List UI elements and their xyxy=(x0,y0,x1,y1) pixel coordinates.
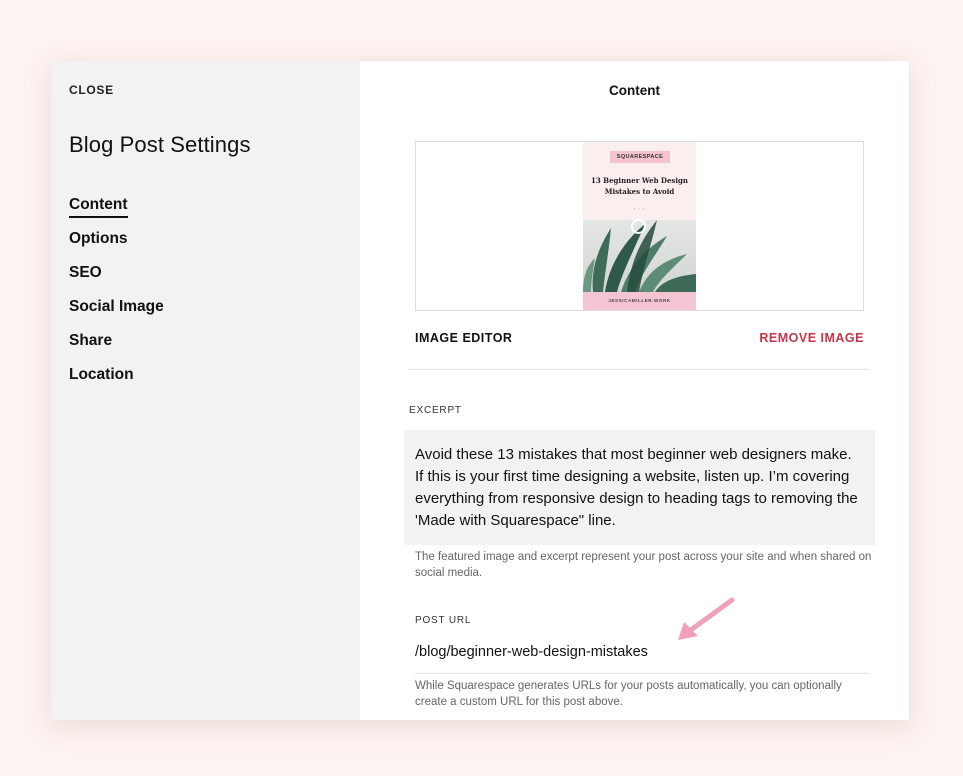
excerpt-label: EXCERPT xyxy=(409,405,462,416)
sidebar-item-share[interactable]: Share xyxy=(69,331,164,365)
sidebar-item-content[interactable]: Content xyxy=(69,195,164,229)
sidebar-item-location[interactable]: Location xyxy=(69,365,164,399)
post-url-help-text: While Squarespace generates URLs for you… xyxy=(415,680,842,708)
sidebar-item-social-image[interactable]: Social Image xyxy=(69,297,164,331)
pink-arrow-icon xyxy=(678,597,735,640)
sidebar-nav: Content Options SEO Social Image Share L… xyxy=(69,195,164,399)
settings-panel: CLOSE Blog Post Settings Content Options… xyxy=(51,61,909,720)
featured-image-box[interactable]: SQUARESPACE 13 Beginner Web Design Mista… xyxy=(415,141,864,311)
sidebar-item-options[interactable]: Options xyxy=(69,229,164,263)
loading-spinner-icon xyxy=(631,219,646,234)
thumbnail-title: 13 Beginner Web Design Mistakes to Avoid xyxy=(590,176,689,196)
remove-image-button[interactable]: REMOVE IMAGE xyxy=(759,331,864,345)
sidebar-item-label: Share xyxy=(69,332,113,349)
divider xyxy=(415,673,869,674)
page-title: Blog Post Settings xyxy=(69,132,251,157)
sidebar-item-label: Content xyxy=(69,195,128,218)
content-pane: Content SQUARESPACE 13 Beginner Web Desi… xyxy=(360,61,909,720)
sidebar-item-seo[interactable]: SEO xyxy=(69,263,164,297)
sidebar-item-label: Location xyxy=(69,366,134,383)
divider xyxy=(409,369,869,370)
thumbnail-footer: JESSICAMILLER.WORK xyxy=(583,292,696,310)
image-editor-button[interactable]: IMAGE EDITOR xyxy=(415,331,512,345)
sidebar-item-label: Social Image xyxy=(69,298,164,315)
post-url-label: POST URL xyxy=(415,615,472,626)
excerpt-textarea[interactable]: Avoid these 13 mistakes that most beginn… xyxy=(404,430,875,545)
section-title: Content xyxy=(609,83,660,98)
thumbnail-dots: • • • xyxy=(633,206,646,211)
sidebar: CLOSE Blog Post Settings Content Options… xyxy=(51,61,360,720)
thumbnail-brand-tag: SQUARESPACE xyxy=(610,151,670,163)
post-url-input[interactable] xyxy=(415,641,869,663)
sidebar-item-label: Options xyxy=(69,230,128,247)
close-button[interactable]: CLOSE xyxy=(69,83,114,97)
sidebar-item-label: SEO xyxy=(69,264,102,281)
featured-image-thumbnail: SQUARESPACE 13 Beginner Web Design Mista… xyxy=(583,142,696,310)
image-actions: IMAGE EDITOR REMOVE IMAGE xyxy=(415,331,864,349)
excerpt-help-text: The featured image and excerpt represent… xyxy=(415,551,872,579)
